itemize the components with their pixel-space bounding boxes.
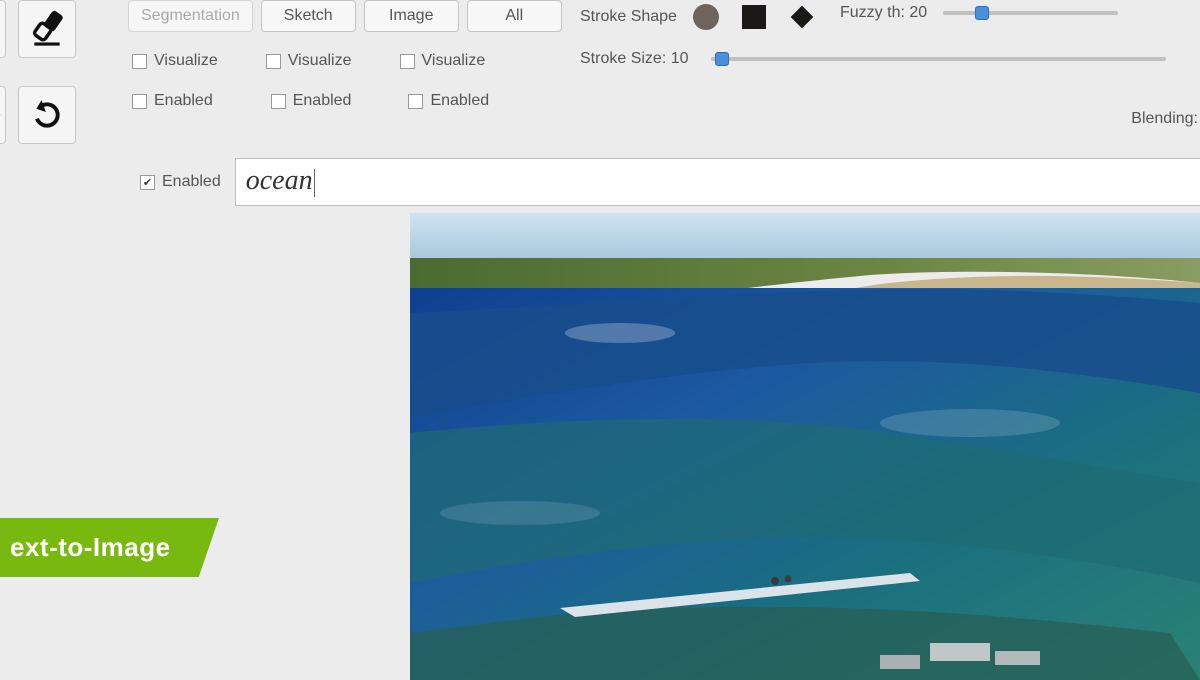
enabled-label: Enabled: [293, 92, 352, 110]
checkmark-icon: ✔: [140, 175, 155, 190]
all-mode-button[interactable]: All: [467, 0, 562, 32]
fuzzy-threshold-slider[interactable]: [943, 11, 1118, 15]
unknown-tool-button[interactable]: [0, 0, 6, 58]
blending-label: Blending:: [1131, 110, 1198, 128]
text-to-image-banner: ext-to-Image: [0, 518, 199, 577]
segmentation-mode-button[interactable]: Segmentation: [128, 0, 253, 32]
text-caret-icon: [314, 169, 315, 197]
stroke-shape-diamond[interactable]: [787, 2, 817, 32]
output-canvas[interactable]: [410, 213, 1200, 680]
segmentation-enabled-checkbox[interactable]: Enabled: [132, 92, 213, 110]
image-enabled-checkbox[interactable]: Enabled: [408, 92, 489, 110]
stroke-shape-square[interactable]: [739, 2, 769, 32]
enabled-label: Enabled: [430, 92, 489, 110]
text-enabled-label: Enabled: [162, 173, 221, 191]
stroke-shape-label: Stroke Shape: [580, 8, 677, 26]
visualize-label: Visualize: [422, 52, 486, 70]
enabled-label: Enabled: [154, 92, 213, 110]
stroke-size-slider[interactable]: [711, 57, 1166, 61]
image-mode-button[interactable]: Image: [364, 0, 459, 32]
redo-tool-button[interactable]: [0, 86, 6, 144]
text-enabled-checkbox[interactable]: ✔ Enabled: [140, 173, 221, 191]
segmentation-visualize-checkbox[interactable]: Visualize: [132, 52, 218, 70]
visualize-label: Visualize: [288, 52, 352, 70]
undo-tool-button[interactable]: [18, 86, 76, 144]
stroke-shape-circle[interactable]: [691, 2, 721, 32]
image-visualize-checkbox[interactable]: Visualize: [400, 52, 486, 70]
eraser-tool-button[interactable]: [18, 0, 76, 58]
text-prompt-value: ocean: [246, 165, 313, 196]
stroke-size-label: Stroke Size: 10: [580, 50, 689, 68]
fuzzy-threshold-label: Fuzzy th: 20: [840, 4, 927, 22]
sketch-enabled-checkbox[interactable]: Enabled: [271, 92, 352, 110]
text-prompt-input[interactable]: ocean: [235, 158, 1200, 206]
sketch-mode-button[interactable]: Sketch: [261, 0, 356, 32]
visualize-label: Visualize: [154, 52, 218, 70]
sketch-visualize-checkbox[interactable]: Visualize: [266, 52, 352, 70]
